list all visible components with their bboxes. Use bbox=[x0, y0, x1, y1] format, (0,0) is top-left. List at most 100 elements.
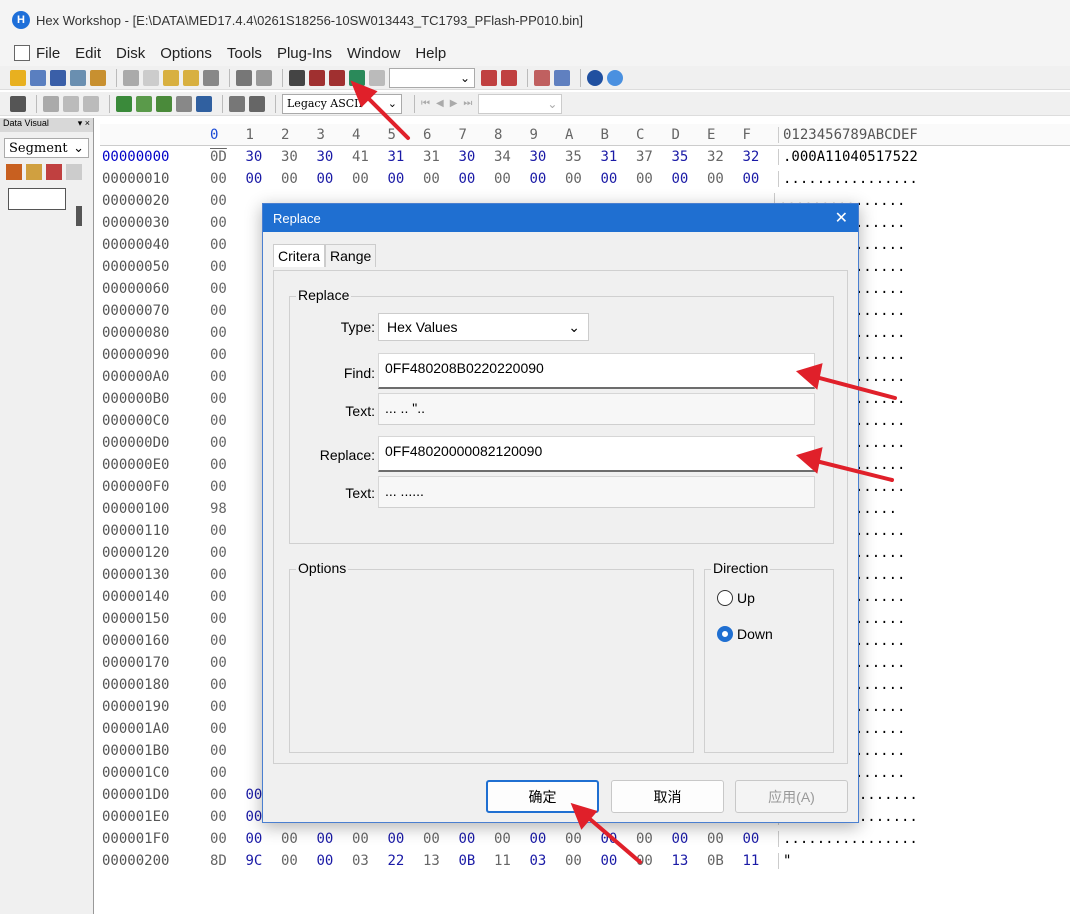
ok-button[interactable]: 确定 bbox=[486, 780, 599, 813]
motorola-icon[interactable] bbox=[587, 69, 603, 86]
hex-byte[interactable]: 98 bbox=[206, 501, 242, 517]
hex-byte[interactable]: 00 bbox=[561, 853, 597, 869]
tab-range[interactable]: Range bbox=[325, 244, 377, 267]
settings-icon[interactable] bbox=[229, 95, 245, 112]
statistics-icon[interactable] bbox=[176, 95, 192, 112]
hex-byte[interactable]: 00 bbox=[206, 281, 242, 297]
hex-byte[interactable]: 00 bbox=[632, 853, 668, 869]
hex-byte[interactable]: 32 bbox=[739, 149, 775, 165]
hex-byte[interactable]: 00 bbox=[597, 831, 633, 847]
hex-byte[interactable]: 00 bbox=[597, 853, 633, 869]
hex-byte[interactable]: 00 bbox=[206, 809, 242, 825]
hex-byte[interactable]: 00 bbox=[490, 831, 526, 847]
hex-byte[interactable]: 00 bbox=[206, 347, 242, 363]
close-icon[interactable]: ✕ bbox=[835, 208, 848, 228]
zoom-out-icon[interactable] bbox=[26, 164, 42, 180]
row-ascii[interactable]: " bbox=[778, 853, 791, 869]
print-icon[interactable] bbox=[70, 69, 86, 86]
hex-byte[interactable]: 00 bbox=[455, 171, 491, 187]
radio-button-selected-icon[interactable] bbox=[717, 626, 733, 642]
hex-byte[interactable]: 00 bbox=[206, 237, 242, 253]
hex-byte[interactable]: 31 bbox=[419, 149, 455, 165]
hex-byte[interactable]: 30 bbox=[277, 149, 313, 165]
find-icon[interactable] bbox=[289, 69, 305, 86]
intel-icon[interactable] bbox=[607, 69, 623, 86]
insert-icon[interactable] bbox=[203, 69, 219, 86]
hex-byte[interactable]: 00 bbox=[206, 303, 242, 319]
hex-byte[interactable]: 32 bbox=[703, 149, 739, 165]
menu-window[interactable]: Window bbox=[347, 45, 400, 62]
open-file-icon[interactable] bbox=[30, 69, 46, 86]
hex-byte[interactable]: 00 bbox=[313, 171, 349, 187]
hex-byte[interactable]: 00 bbox=[206, 215, 242, 231]
hex-byte[interactable]: 00 bbox=[206, 523, 242, 539]
paste-icon[interactable] bbox=[163, 69, 179, 86]
hex-byte[interactable]: 30 bbox=[455, 149, 491, 165]
hex-byte[interactable]: 0B bbox=[455, 853, 491, 869]
replace-input[interactable]: 0FF48020000082120090 bbox=[378, 436, 815, 472]
compare-icon[interactable] bbox=[534, 69, 550, 86]
hex-byte[interactable]: 00 bbox=[277, 853, 313, 869]
hex-byte[interactable]: 0B bbox=[703, 853, 739, 869]
find-previous-icon[interactable] bbox=[309, 69, 325, 86]
copy-icon[interactable] bbox=[143, 69, 159, 86]
menu-disk[interactable]: Disk bbox=[116, 45, 145, 62]
hex-byte[interactable]: 34 bbox=[490, 149, 526, 165]
hex-byte[interactable]: 00 bbox=[597, 171, 633, 187]
hex-byte[interactable]: 00 bbox=[526, 171, 562, 187]
direction-down-radio[interactable]: Down bbox=[717, 626, 773, 642]
hex-byte[interactable]: 35 bbox=[561, 149, 597, 165]
hex-byte[interactable]: 00 bbox=[206, 655, 242, 671]
hex-byte[interactable]: 00 bbox=[668, 171, 704, 187]
hex-byte[interactable]: 00 bbox=[206, 743, 242, 759]
hex-byte[interactable]: 00 bbox=[490, 171, 526, 187]
hex-byte[interactable]: 00 bbox=[206, 721, 242, 737]
hex-byte[interactable]: 00 bbox=[348, 171, 384, 187]
hex-byte[interactable]: 30 bbox=[313, 149, 349, 165]
menu-edit[interactable]: Edit bbox=[75, 45, 101, 62]
hex-byte[interactable]: 00 bbox=[313, 831, 349, 847]
hex-byte[interactable]: 8D bbox=[206, 853, 242, 869]
menu-help[interactable]: Help bbox=[415, 45, 446, 62]
direction-up-radio[interactable]: Up bbox=[717, 590, 755, 606]
hex-byte[interactable]: 03 bbox=[348, 853, 384, 869]
bookmark-next-icon[interactable] bbox=[501, 69, 517, 86]
hex-byte[interactable]: 00 bbox=[206, 567, 242, 583]
hex-byte[interactable]: 30 bbox=[242, 149, 278, 165]
cancel-button[interactable]: 取消 bbox=[611, 780, 724, 813]
hex-byte[interactable]: 13 bbox=[668, 853, 704, 869]
zoom-in-icon[interactable] bbox=[6, 164, 22, 180]
hex-byte[interactable]: 00 bbox=[313, 853, 349, 869]
hex-byte[interactable]: 00 bbox=[206, 545, 242, 561]
menu-file[interactable]: File bbox=[36, 45, 60, 62]
hex-byte[interactable]: 37 bbox=[632, 149, 668, 165]
hex-byte[interactable]: 41 bbox=[348, 149, 384, 165]
row-ascii[interactable]: ................ bbox=[778, 171, 918, 187]
record-combo[interactable]: ⌄ bbox=[478, 93, 563, 114]
hex-byte[interactable]: 00 bbox=[739, 171, 775, 187]
menu-plugins[interactable]: Plug-Ins bbox=[277, 45, 332, 62]
apply-button[interactable]: 应用(A) bbox=[735, 780, 848, 813]
prev-record-icon[interactable]: ◀ bbox=[436, 98, 444, 109]
document-icon[interactable] bbox=[14, 45, 30, 61]
data-icon[interactable] bbox=[156, 95, 172, 112]
next-record-icon[interactable]: ▶ bbox=[450, 98, 458, 109]
hex-byte[interactable]: 00 bbox=[455, 831, 491, 847]
hex-byte[interactable]: 00 bbox=[348, 831, 384, 847]
hex-byte[interactable]: 00 bbox=[206, 457, 242, 473]
hex-byte[interactable]: 9C bbox=[242, 853, 278, 869]
new-file-icon[interactable] bbox=[10, 69, 26, 86]
hex-byte[interactable]: 00 bbox=[206, 193, 242, 209]
hex-byte[interactable]: 00 bbox=[632, 831, 668, 847]
menu-options[interactable]: Options bbox=[160, 45, 212, 62]
save-icon[interactable] bbox=[50, 69, 66, 86]
segment-select[interactable]: Segment ⌄ bbox=[4, 138, 89, 158]
properties-icon[interactable] bbox=[90, 69, 106, 86]
calculator-icon[interactable] bbox=[249, 95, 265, 112]
hex-byte[interactable]: 00 bbox=[206, 633, 242, 649]
hex-byte[interactable]: 0D bbox=[206, 149, 242, 165]
hex-byte[interactable]: 00 bbox=[384, 831, 420, 847]
redo-icon[interactable] bbox=[256, 69, 272, 86]
copy-hex-icon[interactable] bbox=[43, 95, 59, 112]
tab-criteria[interactable]: Critera bbox=[273, 244, 326, 267]
